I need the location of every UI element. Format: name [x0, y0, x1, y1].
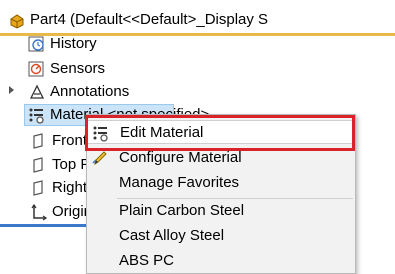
tree-item-annotations[interactable]: Annotations	[28, 80, 129, 104]
menu-item-label: Plain Carbon Steel	[119, 202, 245, 219]
part-icon	[8, 11, 26, 29]
plane-icon	[30, 156, 48, 174]
annotations-icon	[28, 83, 46, 101]
red-highlight-box	[85, 115, 355, 151]
menu-item-plain-carbon-steel[interactable]: Plain Carbon Steel	[87, 199, 355, 223]
rollback-bar[interactable]	[0, 224, 92, 227]
sensor-icon	[28, 60, 46, 78]
plane-icon	[30, 132, 48, 150]
origin-icon	[30, 203, 48, 221]
expand-arrow-icon[interactable]	[9, 86, 14, 94]
menu-item-label: ABS PC	[119, 252, 175, 269]
tree-item-sensors[interactable]: Sensors	[28, 57, 105, 81]
history-icon	[28, 35, 46, 53]
tree-item-label: Annotations	[50, 83, 130, 100]
tree-item-history[interactable]: History	[28, 32, 97, 56]
tree-root-part[interactable]: Part4 (Default<<Default>_Display S	[8, 8, 395, 32]
material-icon	[28, 106, 46, 124]
tree-item-label: History	[50, 35, 97, 52]
plane-icon	[30, 179, 48, 197]
menu-item-abs-pc[interactable]: ABS PC	[87, 249, 355, 273]
tree-root-label: Part4 (Default<<Default>_Display S	[30, 11, 269, 28]
menu-item-manage-favorites[interactable]: Manage Favorites	[87, 171, 355, 195]
menu-item-cast-alloy-steel[interactable]: Cast Alloy Steel	[87, 224, 355, 248]
tree-item-label: Sensors	[50, 60, 106, 77]
pencil-icon	[91, 149, 109, 167]
menu-item-label: Manage Favorites	[119, 174, 240, 191]
menu-item-label: Cast Alloy Steel	[119, 227, 225, 244]
tree-item-origin[interactable]: Origin	[30, 200, 92, 224]
